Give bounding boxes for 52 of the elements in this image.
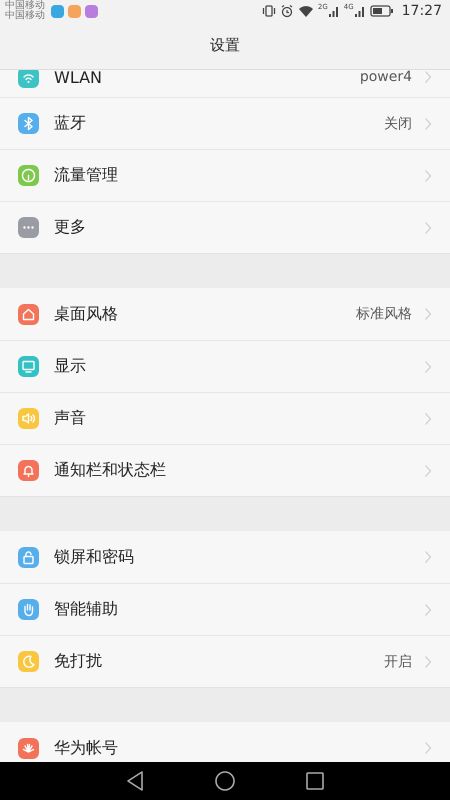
signal-icon bbox=[328, 4, 340, 18]
chevron-icon bbox=[424, 168, 432, 182]
row-label: WLAN bbox=[54, 70, 104, 86]
vibrate-icon bbox=[262, 4, 276, 18]
chevron-icon bbox=[424, 220, 432, 234]
row-value: power4 bbox=[360, 70, 412, 85]
chevron-icon bbox=[424, 116, 432, 130]
battery-icon bbox=[370, 5, 394, 17]
row-label: 蓝牙 bbox=[54, 113, 87, 134]
alarm-icon bbox=[280, 4, 294, 18]
row-label: 声音 bbox=[54, 408, 87, 429]
clock-time: 17:27 bbox=[402, 3, 442, 19]
chevron-icon bbox=[424, 360, 432, 374]
lock-icon bbox=[18, 546, 39, 568]
chevron-icon bbox=[424, 70, 432, 84]
gauge-icon bbox=[18, 165, 39, 186]
row-label: 通知栏和状态栏 bbox=[54, 460, 167, 481]
row-label: 桌面风格 bbox=[54, 304, 119, 324]
chevron-icon bbox=[424, 602, 432, 616]
chevron-icon bbox=[424, 412, 432, 426]
chevron-icon bbox=[424, 464, 432, 478]
back-icon[interactable] bbox=[124, 770, 145, 792]
row-label: 免打扰 bbox=[54, 651, 103, 672]
row-label: 显示 bbox=[54, 356, 87, 377]
chevron-icon bbox=[424, 654, 432, 668]
row-value: 关闭 bbox=[384, 114, 412, 132]
row-value: 开启 bbox=[384, 652, 412, 670]
chevron-icon bbox=[424, 307, 432, 321]
row-label: 智能辅助 bbox=[54, 599, 119, 620]
chevron-icon bbox=[424, 550, 432, 564]
petals-icon bbox=[18, 738, 39, 758]
speaker-icon bbox=[18, 408, 39, 429]
screen-title: 设置 bbox=[210, 36, 240, 55]
signal-icon bbox=[354, 4, 366, 18]
wifi-icon bbox=[298, 4, 314, 18]
row-value: 标准风格 bbox=[356, 305, 412, 323]
home-icon bbox=[18, 304, 39, 324]
wifi-icon bbox=[18, 70, 39, 88]
monitor-icon bbox=[18, 356, 39, 377]
carrier-name: 中国移动 bbox=[5, 11, 45, 21]
chevron-icon bbox=[424, 741, 432, 755]
bell-icon bbox=[18, 460, 39, 481]
home-icon[interactable] bbox=[214, 770, 236, 792]
recents-icon[interactable] bbox=[305, 771, 326, 791]
row-label: 锁屏和密码 bbox=[54, 546, 135, 568]
row-label: 流量管理 bbox=[54, 165, 119, 186]
row-label: 更多 bbox=[54, 217, 87, 238]
more-icon bbox=[18, 217, 39, 238]
carrier-name: 中国移动 bbox=[5, 1, 45, 11]
row-label: 华为帐号 bbox=[54, 738, 119, 758]
bluetooth-icon bbox=[18, 113, 39, 134]
hand-icon bbox=[18, 599, 39, 620]
